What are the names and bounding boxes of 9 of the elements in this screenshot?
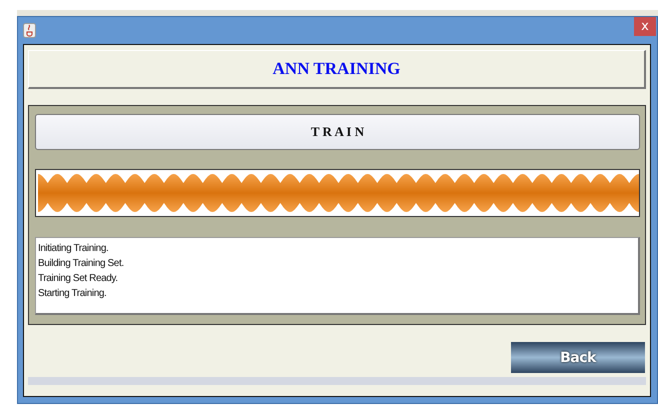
close-button[interactable]: x [634, 17, 656, 36]
log-line: Building Training Set. [38, 257, 125, 271]
train-button[interactable]: T R A I N [35, 114, 640, 150]
log-line: Starting Training. [38, 287, 108, 301]
cup-icon [23, 23, 36, 38]
back-button[interactable]: Back [511, 342, 645, 373]
header-title: ANN TRAINING [272, 59, 400, 79]
log-line: Initiating Training. [38, 242, 110, 256]
log-line: Training Set Ready. [38, 272, 119, 286]
